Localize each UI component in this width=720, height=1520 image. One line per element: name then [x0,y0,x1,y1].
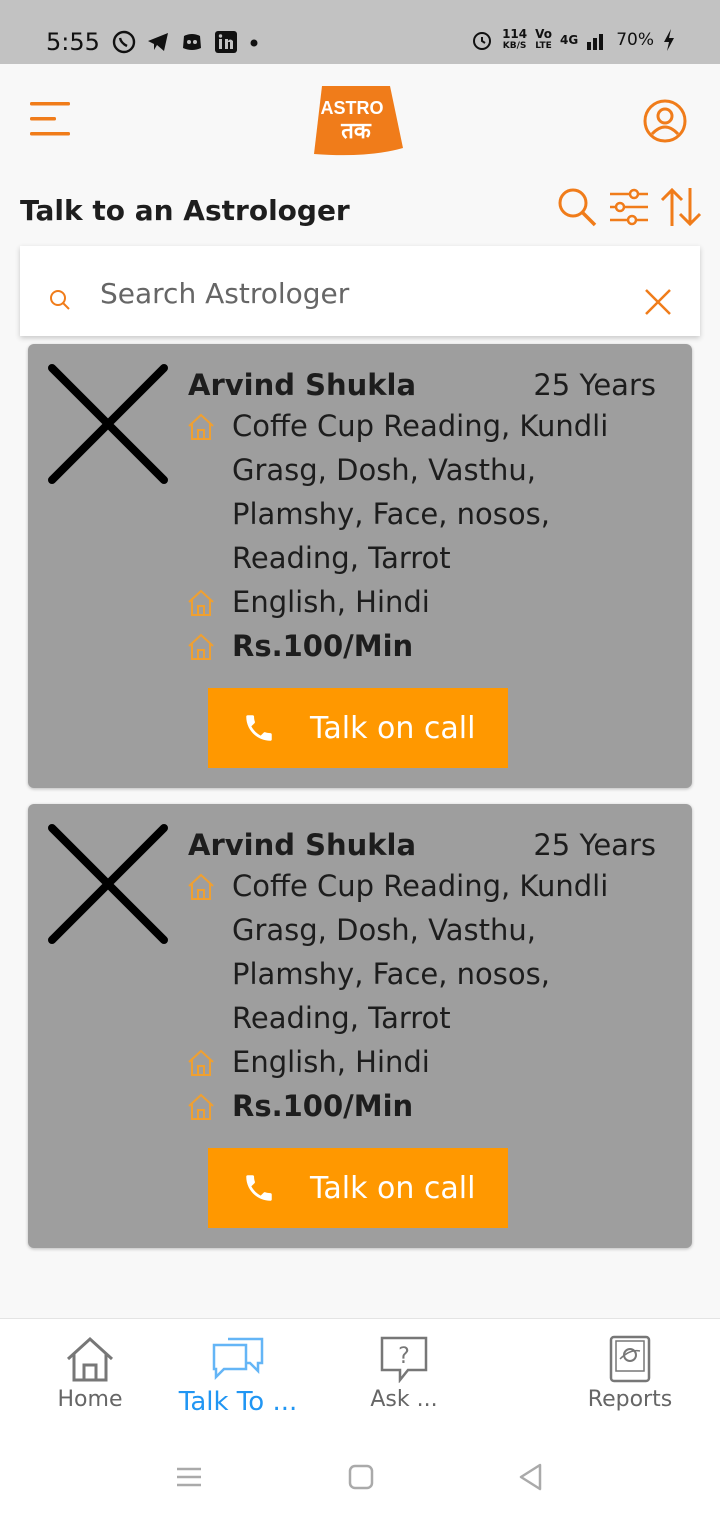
nav-home[interactable]: Home [44,1335,136,1412]
notification-icons [112,30,260,54]
page-title: Talk to an Astrologer [20,194,350,227]
home-outline-icon [188,413,214,440]
recent-apps-icon[interactable] [174,1462,204,1492]
signal-icon [587,34,604,50]
nav-reports-label: Reports [587,1387,673,1412]
svg-text:तक: तक [340,119,372,144]
talk-on-call-label: Talk on call [310,1170,476,1206]
nav-talk-to[interactable]: Talk To ... [174,1335,302,1417]
talk-on-call-button[interactable]: Talk on call [208,1148,508,1228]
network-type: 4G [560,33,579,47]
astrologer-card[interactable]: Arvind Shukla 25 Years Coffe Cup Reading… [28,344,692,788]
search-icon[interactable] [556,186,598,228]
search-field-icon [50,290,70,310]
chat-icon [212,1337,264,1381]
astrologer-name: Arvind Shukla [188,828,417,862]
talk-on-call-label: Talk on call [310,710,476,746]
talk-on-call-button[interactable]: Talk on call [208,688,508,768]
status-time: 5:55 [46,28,100,56]
languages-row: English, Hindi [186,1044,652,1084]
status-bar: 5:55 114 KB/S Vo LTE 4G 70% [0,0,720,64]
astro-tak-logo: ASTRO तक [308,82,404,158]
astrologer-experience: 25 Years [533,368,656,402]
skills-text: Coffe Cup Reading, Kundli Grasg, Dosh, V… [232,869,609,1035]
svg-text:ASTRO: ASTRO [321,98,384,118]
languages-text: English, Hindi [232,585,430,619]
nav-ask[interactable]: ? Ask ... [364,1335,444,1412]
astrologer-experience: 25 Years [533,828,656,862]
phone-icon [246,1175,272,1201]
price-text: Rs.100/Min [232,1089,414,1123]
phone-icon [246,715,272,741]
battery-percent: 70% [616,30,654,50]
app-bar: ASTRO तक [0,64,720,180]
toolbar [556,186,702,228]
avatar-placeholder-icon [48,824,168,944]
telegram-icon [148,33,168,51]
home-outline-icon [188,1093,214,1120]
profile-icon[interactable] [642,98,688,144]
price-row: Rs.100/Min [186,1088,652,1128]
back-icon[interactable] [516,1462,546,1492]
bottom-nav: Home Talk To ... ? Ask ... Reports [0,1318,720,1435]
discord-icon [183,34,201,50]
close-icon[interactable] [642,286,674,318]
nav-home-label: Home [57,1387,123,1412]
skills-row: Coffe Cup Reading, Kundli Grasg, Dosh, V… [186,408,652,580]
home-outline-icon [188,1049,214,1076]
sort-icon[interactable] [660,186,702,228]
languages-row: English, Hindi [186,584,652,624]
status-right: 114 KB/S Vo LTE 4G 70% [470,28,676,52]
dot-icon [250,39,258,47]
whatsapp-icon [112,30,136,54]
price-text: Rs.100/Min [232,629,414,663]
skills-row: Coffe Cup Reading, Kundli Grasg, Dosh, V… [186,868,652,1040]
volte-indicator: Vo LTE [535,27,552,51]
menu-icon[interactable] [30,100,74,140]
nav-ask-label: Ask ... [370,1387,438,1412]
avatar-placeholder-icon [48,364,168,484]
home-icon [66,1336,114,1382]
astrologer-card[interactable]: Arvind Shukla 25 Years Coffe Cup Reading… [28,804,692,1248]
skills-text: Coffe Cup Reading, Kundli Grasg, Dosh, V… [232,409,609,575]
search-bar [20,246,700,336]
charging-icon [664,29,674,51]
alarm-icon [473,32,492,50]
astrologer-name: Arvind Shukla [188,368,417,402]
home-outline-icon [188,873,214,900]
system-nav-bar [0,1434,720,1520]
filter-icon[interactable] [608,186,650,228]
home-button-icon[interactable] [346,1462,376,1492]
home-outline-icon [188,589,214,616]
home-outline-icon [188,633,214,660]
svg-text:?: ? [398,1344,410,1369]
nav-reports[interactable]: Reports [578,1335,682,1412]
net-speed: 114 KB/S [502,27,528,51]
price-row: Rs.100/Min [186,628,652,668]
question-icon: ? [380,1336,428,1383]
nav-talk-to-label: Talk To ... [178,1387,298,1417]
languages-text: English, Hindi [232,1045,430,1079]
report-icon [609,1335,651,1383]
search-input[interactable] [98,268,622,318]
linkedin-icon [215,31,237,53]
